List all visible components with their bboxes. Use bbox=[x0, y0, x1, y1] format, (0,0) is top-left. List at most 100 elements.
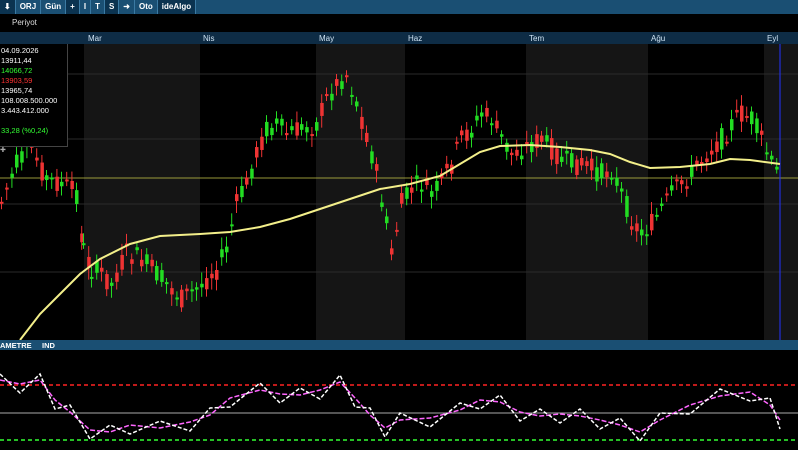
candle-body bbox=[510, 152, 514, 156]
indicator-tab[interactable]: IND bbox=[42, 341, 55, 350]
candle-body bbox=[705, 158, 709, 162]
parameter-tab[interactable]: AMETRE bbox=[0, 341, 32, 350]
candle-body bbox=[195, 287, 199, 290]
candle-body bbox=[585, 161, 589, 167]
candle-body bbox=[435, 180, 439, 191]
candle-body bbox=[455, 141, 459, 144]
candle-body bbox=[750, 111, 754, 125]
candle-body bbox=[375, 164, 379, 171]
candle-body bbox=[20, 151, 24, 163]
t-button[interactable]: T bbox=[91, 0, 105, 14]
candle-body bbox=[420, 189, 424, 192]
candle-body bbox=[75, 190, 79, 205]
month-label: Mar bbox=[88, 34, 102, 43]
time-axis: Mar Nis May Haz Tem Ağu Eyl bbox=[0, 32, 798, 44]
candle-body bbox=[600, 163, 604, 179]
download-icon[interactable]: ⬇ bbox=[0, 0, 16, 14]
candle-body bbox=[255, 147, 259, 158]
candle-body bbox=[250, 168, 254, 179]
candle-body bbox=[150, 259, 154, 267]
candle-body bbox=[665, 193, 669, 196]
candle-body bbox=[140, 259, 144, 267]
candle-body bbox=[55, 176, 59, 191]
candle-body bbox=[515, 149, 519, 156]
candle-body bbox=[45, 175, 49, 181]
candle-body bbox=[590, 158, 594, 171]
period-row: Periyot bbox=[0, 14, 798, 32]
info-volume: 108.008.500.000 bbox=[1, 96, 58, 105]
candle-body bbox=[475, 115, 479, 121]
info-change: 33,28 (%0,24) bbox=[1, 126, 49, 135]
candle-body bbox=[485, 107, 489, 117]
candle-body bbox=[670, 185, 674, 191]
candle-body bbox=[275, 118, 279, 124]
orj-button[interactable]: ORJ bbox=[16, 0, 42, 14]
candle-body bbox=[730, 119, 734, 131]
i-button[interactable]: I bbox=[80, 0, 92, 14]
candle-body bbox=[15, 154, 19, 168]
info-high: 14066,72 bbox=[1, 66, 33, 75]
chart-toolbar: ⬇ ORJ Gün + I T S ➜ Oto ideAlgo bbox=[0, 0, 798, 14]
candle-body bbox=[285, 133, 289, 136]
month-band bbox=[526, 44, 648, 340]
candle-body bbox=[245, 177, 249, 185]
candle-body bbox=[520, 155, 524, 160]
candle-body bbox=[230, 224, 234, 227]
candle-body bbox=[655, 214, 659, 217]
candle-body bbox=[390, 248, 394, 255]
candle-body bbox=[740, 105, 744, 122]
arrow-icon[interactable]: ➜ bbox=[119, 0, 135, 14]
idealgo-button[interactable]: ideAlgo bbox=[157, 0, 197, 14]
candle-body bbox=[155, 266, 159, 281]
candle-body bbox=[735, 109, 739, 113]
candle-body bbox=[290, 126, 294, 131]
candle-body bbox=[630, 226, 634, 230]
candle-body bbox=[550, 138, 554, 160]
info-open: 13911,44 bbox=[1, 56, 32, 65]
oscillator-panel[interactable] bbox=[0, 350, 798, 450]
candle-body bbox=[165, 282, 169, 285]
candle-body bbox=[215, 269, 219, 280]
candle-body bbox=[350, 94, 354, 97]
candle-body bbox=[160, 270, 164, 282]
candlestick-chart[interactable] bbox=[0, 44, 798, 340]
candle-body bbox=[725, 141, 729, 144]
candle-body bbox=[135, 247, 139, 251]
indicator-tab-bar: AMETRE IND bbox=[0, 340, 798, 350]
candle-body bbox=[130, 259, 134, 264]
candle-body bbox=[205, 278, 209, 290]
candle-body bbox=[625, 196, 629, 217]
month-band bbox=[316, 44, 405, 340]
month-label: Nis bbox=[203, 34, 215, 43]
oto-button[interactable]: Oto bbox=[135, 0, 158, 14]
month-label: Eyl bbox=[767, 34, 779, 43]
info-low: 13903,59 bbox=[1, 76, 33, 85]
candle-body bbox=[505, 142, 509, 152]
candle-body bbox=[610, 177, 614, 180]
candle-body bbox=[190, 289, 194, 292]
candle-body bbox=[685, 186, 689, 189]
candle-body bbox=[775, 166, 779, 170]
candle-body bbox=[480, 112, 484, 117]
candle-body bbox=[365, 132, 369, 143]
candle-body bbox=[745, 115, 749, 118]
candle-body bbox=[760, 130, 764, 135]
oscillator-bg bbox=[0, 350, 798, 450]
candle-body bbox=[460, 130, 464, 136]
candle-body bbox=[105, 274, 109, 290]
candle-body bbox=[385, 216, 389, 224]
candle-body bbox=[545, 135, 549, 142]
candle-body bbox=[640, 229, 644, 236]
candle-body bbox=[605, 171, 609, 178]
period-label[interactable]: Periyot bbox=[12, 18, 37, 27]
candle-body bbox=[90, 276, 94, 279]
candle-body bbox=[720, 128, 724, 150]
candle-body bbox=[560, 156, 564, 162]
info-close: 13965,74 bbox=[1, 86, 33, 95]
month-label: Ağu bbox=[651, 34, 666, 43]
plus-button[interactable]: + bbox=[66, 0, 80, 14]
candle-body bbox=[680, 180, 684, 185]
period-gun-button[interactable]: Gün bbox=[41, 0, 67, 14]
s-button[interactable]: S bbox=[104, 0, 120, 14]
candle-body bbox=[570, 153, 574, 168]
